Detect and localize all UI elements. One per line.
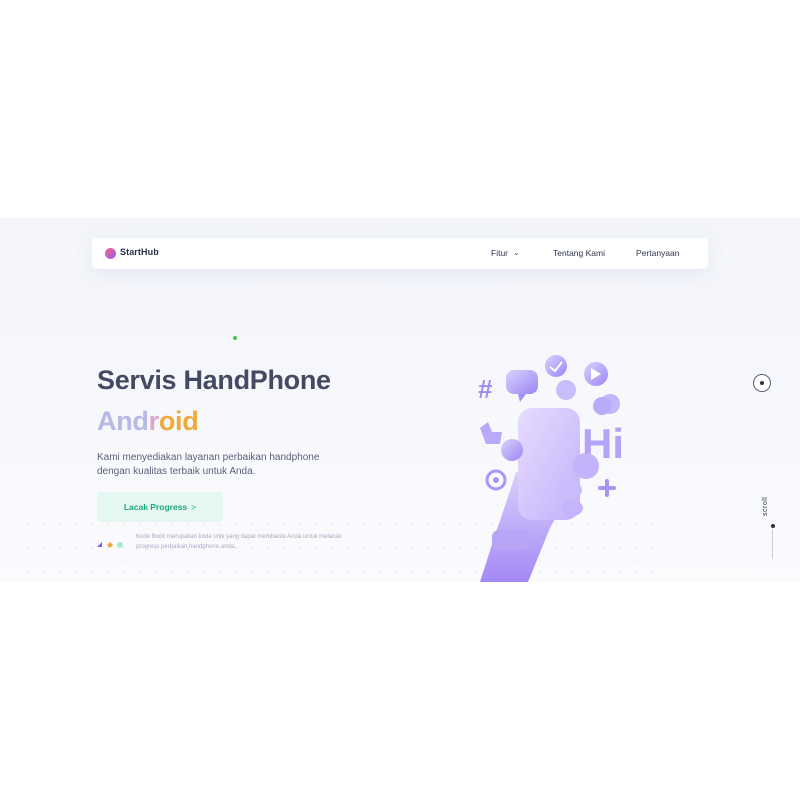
nav-item-label: Fitur bbox=[491, 248, 508, 258]
chevron-down-icon: ⌄ bbox=[513, 248, 520, 257]
title-part: And bbox=[97, 406, 149, 436]
scroll-indicator-line[interactable] bbox=[772, 529, 773, 559]
logo-icon[interactable] bbox=[105, 248, 116, 259]
brand-name[interactable]: StartHub bbox=[120, 247, 159, 257]
button-label: Lacak Progress bbox=[123, 502, 188, 512]
scroll-indicator-dot bbox=[771, 524, 775, 528]
hero-description: Kami menyediakan layanan perbaikan handp… bbox=[97, 452, 320, 477]
svg-text:#: # bbox=[478, 374, 493, 404]
decorative-dot bbox=[233, 336, 237, 340]
page-title-highlight: Android bbox=[97, 406, 199, 437]
target-icon[interactable] bbox=[753, 374, 771, 392]
track-progress-button[interactable]: Lacak Progress > bbox=[97, 492, 223, 522]
navbar: StartHub Fitur ⌄ Tentang Kami Pertanyaan bbox=[92, 238, 708, 269]
nav-item-pertanyaan[interactable]: Pertanyaan bbox=[636, 248, 679, 258]
chevron-right-icon: > bbox=[191, 502, 197, 512]
scroll-label: scroll bbox=[762, 496, 769, 516]
nav-item-tentang-kami[interactable]: Tentang Kami bbox=[553, 248, 605, 258]
phone-hand-illustration: # Hi bbox=[478, 355, 624, 582]
title-part: r bbox=[148, 406, 160, 436]
hero-note: Kode Book merupakan kode unik yang dapat… bbox=[136, 534, 342, 550]
shapes-icon bbox=[97, 542, 123, 548]
page-title: Servis HandPhone bbox=[97, 365, 331, 395]
hero-section: StartHub Fitur ⌄ Tentang Kami Pertanyaan … bbox=[0, 218, 800, 582]
title-part: oid bbox=[158, 406, 199, 436]
nav-item-fitur[interactable]: Fitur ⌄ bbox=[491, 248, 520, 258]
